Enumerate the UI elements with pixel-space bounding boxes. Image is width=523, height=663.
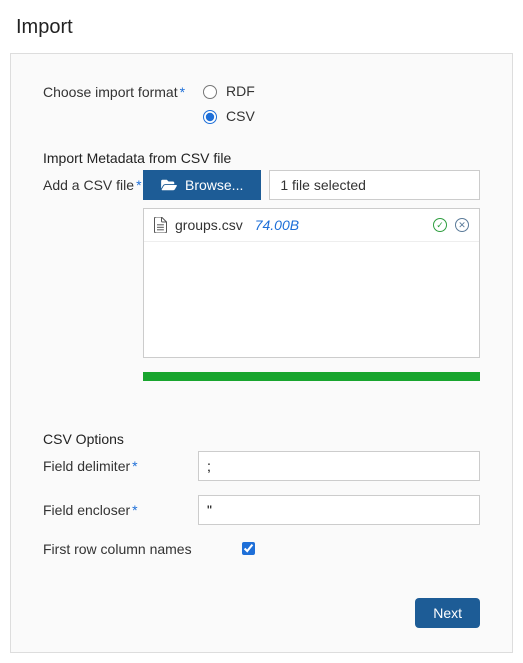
required-marker: * xyxy=(132,458,137,474)
import-panel: Choose import format* RDF CSV Import Met… xyxy=(10,53,513,653)
format-radio-csv[interactable] xyxy=(203,110,217,124)
file-status-text: 1 file selected xyxy=(269,170,480,200)
add-file-row: Add a CSV file* Browse... 1 file selecte… xyxy=(43,170,480,200)
file-list: groups.csv 74.00B ✓ ✕ xyxy=(143,208,480,358)
format-label: Choose import format* xyxy=(43,82,198,100)
metadata-heading: Import Metadata from CSV file xyxy=(43,150,480,166)
required-marker: * xyxy=(180,84,185,100)
delimiter-input[interactable] xyxy=(198,451,480,481)
delimiter-row: Field delimiter* xyxy=(43,451,480,481)
remove-file-icon[interactable]: ✕ xyxy=(455,218,469,232)
first-row-row: First row column names xyxy=(43,539,480,558)
add-file-label: Add a CSV file* xyxy=(43,177,143,193)
required-marker: * xyxy=(136,177,141,193)
encloser-label: Field encloser* xyxy=(43,502,198,518)
upload-progress-bar xyxy=(143,372,480,381)
browse-button[interactable]: Browse... xyxy=(143,170,261,200)
format-option-rdf[interactable]: RDF xyxy=(198,82,480,99)
encloser-input[interactable] xyxy=(198,495,480,525)
format-option-csv[interactable]: CSV xyxy=(198,107,480,124)
encloser-row: Field encloser* xyxy=(43,495,480,525)
page-title: Import xyxy=(16,16,513,39)
browse-button-label: Browse... xyxy=(185,177,243,193)
file-item: groups.csv 74.00B ✓ ✕ xyxy=(144,209,479,242)
first-row-label: First row column names xyxy=(43,541,218,557)
delimiter-label: Field delimiter* xyxy=(43,458,198,474)
folder-open-icon xyxy=(161,178,177,192)
file-size: 74.00B xyxy=(255,217,299,233)
next-button[interactable]: Next xyxy=(415,598,480,628)
format-radio-rdf[interactable] xyxy=(203,85,217,99)
file-name: groups.csv xyxy=(175,217,243,233)
format-row: Choose import format* RDF CSV xyxy=(43,82,480,132)
check-circle-icon: ✓ xyxy=(433,218,447,232)
csv-options-heading: CSV Options xyxy=(43,431,480,447)
file-icon xyxy=(154,217,167,233)
required-marker: * xyxy=(132,502,137,518)
first-row-checkbox[interactable] xyxy=(242,542,255,555)
